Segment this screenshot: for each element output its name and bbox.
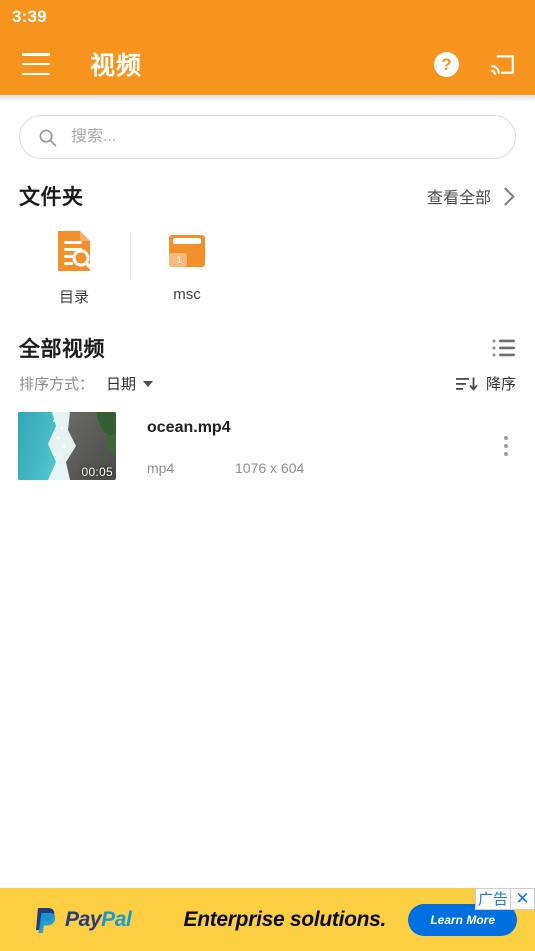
paypal-mark-icon [36, 908, 56, 933]
folders-list: 目录 1 msc [0, 211, 535, 307]
paypal-wordmark: PayPal [65, 908, 132, 932]
list-view-icon[interactable] [492, 338, 516, 358]
cast-screen-icon[interactable] [489, 52, 517, 76]
videos-section-header: 全部视频 [0, 307, 535, 363]
sort-controls: 排序方式： 日期 降序 [0, 363, 535, 394]
paypal-word-pal: Pal [101, 907, 132, 931]
video-list: 00:05 ocean.mp4 mp4 1076 x 604 [0, 394, 535, 484]
ad-disclosure-label[interactable]: 广告 [474, 888, 511, 910]
folder-item-label: 目录 [58, 289, 89, 306]
paypal-logo: PayPal [34, 906, 132, 933]
sort-field-dropdown[interactable]: 日期 [106, 373, 154, 394]
sort-field-value: 日期 [106, 376, 137, 393]
video-format: mp4 [147, 459, 175, 476]
video-details: ocean.mp4 mp4 1076 x 604 [147, 412, 493, 480]
page-title: 视频 [90, 52, 143, 80]
ad-content: PayPal Enterprise solutions. Learn More [0, 888, 535, 951]
help-question-icon[interactable]: ? [434, 51, 459, 77]
see-all-label: 查看全部 [426, 190, 491, 207]
kebab-dot [504, 444, 508, 448]
hamburger-line [22, 62, 50, 66]
search-box[interactable] [19, 115, 516, 159]
document-search-icon [58, 231, 93, 271]
overflow-menu-icon[interactable] [493, 431, 519, 461]
sort-order-toggle[interactable]: 降序 [455, 373, 516, 394]
folder-item-msc[interactable]: 1 msc [131, 227, 243, 303]
app-bar-shadow [0, 95, 535, 102]
hamburger-line [22, 72, 50, 75]
search-section [0, 102, 535, 159]
video-duration: 00:05 [81, 465, 113, 479]
hamburger-line [22, 53, 50, 56]
video-resolution: 1076 x 604 [235, 459, 305, 476]
close-icon[interactable]: ✕ [511, 888, 535, 910]
see-all-folders-button[interactable]: 查看全部 [427, 184, 516, 208]
folders-section-title: 文件夹 [19, 186, 84, 209]
ad-banner[interactable]: PayPal Enterprise solutions. Learn More … [0, 888, 535, 951]
search-input[interactable] [71, 128, 497, 146]
paypal-word-pay: Pay [65, 907, 102, 931]
sort-order-label: 降序 [485, 376, 516, 393]
ad-headline: Enterprise solutions. [183, 907, 387, 931]
folder-icon: 1 [169, 235, 205, 267]
sort-by-label: 排序方式： [19, 376, 95, 393]
ad-badges: 广告 ✕ [474, 888, 535, 910]
chevron-right-icon [496, 186, 515, 206]
kebab-dot [504, 452, 508, 456]
status-bar: 3:39 [0, 0, 535, 33]
video-file-name: ocean.mp4 [147, 418, 231, 436]
video-list-item[interactable]: 00:05 ocean.mp4 mp4 1076 x 604 [0, 408, 535, 484]
app-bar-actions: ? [434, 51, 517, 77]
folder-badge-count: 1 [177, 255, 182, 265]
video-thumbnail[interactable]: 00:05 [18, 412, 116, 480]
videos-section-title: 全部视频 [19, 338, 105, 361]
folders-section-header: 文件夹 查看全部 [0, 159, 535, 211]
app-bar: 视频 ? [0, 33, 535, 95]
search-icon [39, 129, 57, 146]
cast-screen-glyph [491, 55, 514, 75]
kebab-dot [504, 436, 508, 440]
video-sub-details: mp4 1076 x 604 [147, 460, 493, 476]
sort-descending-icon [455, 377, 478, 390]
triangle-down-icon [143, 380, 154, 387]
folder-item-label: msc [173, 286, 201, 303]
status-bar-clock: 3:39 [12, 6, 47, 26]
folder-item-directory[interactable]: 目录 [18, 227, 130, 307]
hamburger-menu-icon[interactable] [22, 53, 50, 75]
